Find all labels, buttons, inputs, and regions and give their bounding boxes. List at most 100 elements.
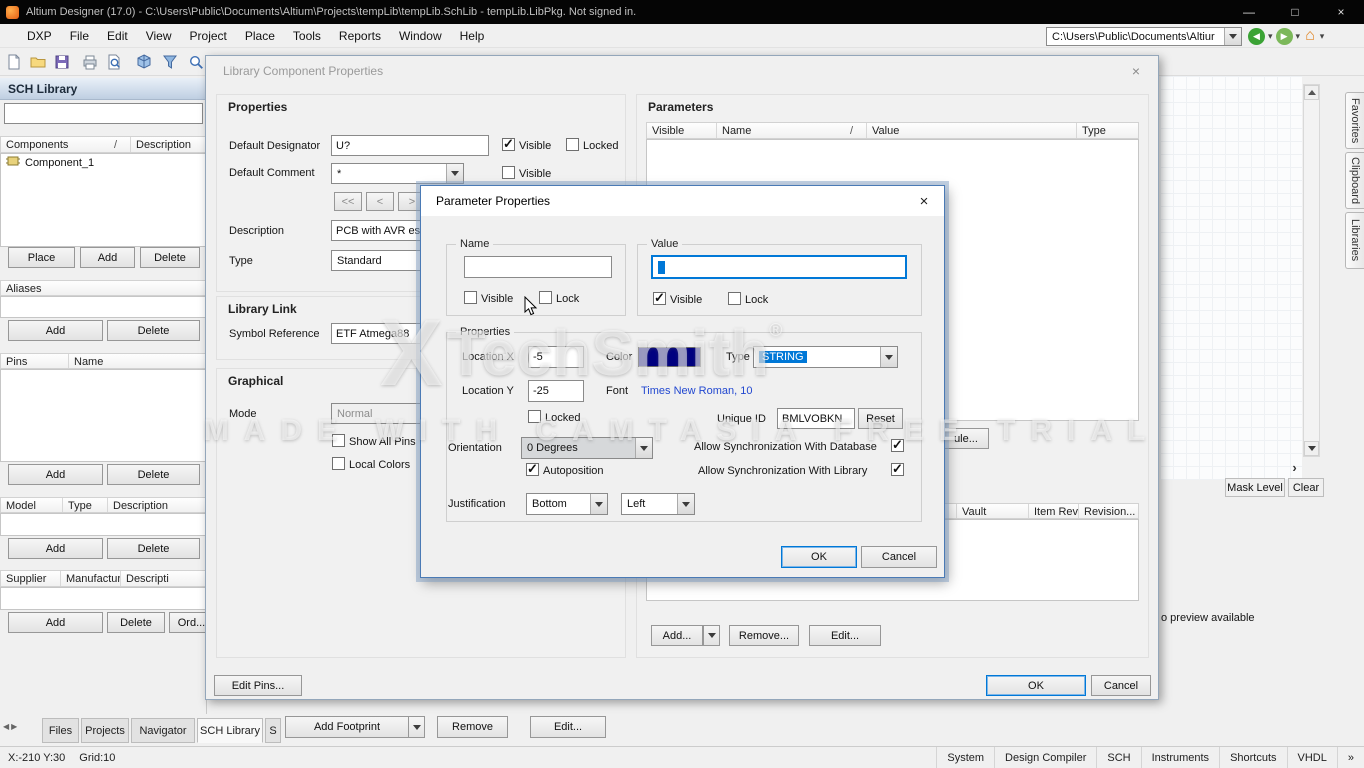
components-list[interactable]: Component_1 bbox=[0, 153, 207, 247]
close-icon[interactable]: × bbox=[912, 190, 936, 212]
add-model-button[interactable]: Add bbox=[8, 538, 103, 559]
status-instruments[interactable]: Instruments bbox=[1141, 747, 1219, 768]
param-type-dropdown-icon[interactable] bbox=[880, 347, 897, 367]
parameter-value-input[interactable] bbox=[651, 255, 907, 279]
menu-edit[interactable]: Edit bbox=[98, 24, 137, 48]
mask-level-button[interactable]: Mask Level bbox=[1225, 478, 1285, 497]
add-as-rule-button[interactable]: ule... bbox=[943, 428, 989, 449]
print-preview-icon[interactable] bbox=[104, 52, 124, 72]
add-footprint-dropdown-icon[interactable] bbox=[408, 716, 425, 738]
delete-alias-button[interactable]: Delete bbox=[107, 320, 200, 341]
home-icon[interactable]: ⌂ bbox=[1303, 27, 1317, 45]
3d-view-icon[interactable] bbox=[134, 52, 154, 72]
edit-footprint-button[interactable]: Edit... bbox=[530, 716, 606, 738]
tab-clipboard[interactable]: Clipboard bbox=[1345, 152, 1364, 209]
tab-sch-library[interactable]: SCH Library bbox=[197, 718, 263, 743]
filter-icon[interactable] bbox=[160, 52, 180, 72]
status-system[interactable]: System bbox=[936, 747, 994, 768]
menu-help[interactable]: Help bbox=[451, 24, 494, 48]
parameter-name-input[interactable] bbox=[464, 256, 612, 278]
clear-button[interactable]: Clear bbox=[1288, 478, 1324, 497]
supplier-header[interactable]: Supplier Manufactur Descripti bbox=[0, 570, 207, 587]
supplier-list[interactable] bbox=[0, 587, 207, 610]
schematic-editor-canvas[interactable] bbox=[1160, 76, 1302, 480]
status-shortcuts[interactable]: Shortcuts bbox=[1219, 747, 1286, 768]
color-swatch[interactable] bbox=[638, 347, 701, 367]
panel-expand-icon[interactable]: › bbox=[1287, 459, 1302, 476]
tab-files[interactable]: Files bbox=[42, 718, 79, 743]
edit-pins-button[interactable]: Edit Pins... bbox=[214, 675, 302, 696]
place-button[interactable]: Place bbox=[8, 247, 75, 268]
delete-model-button[interactable]: Delete bbox=[107, 538, 200, 559]
document-path-combo[interactable]: C:\Users\Public\Documents\Altiur bbox=[1046, 27, 1242, 46]
autoposition-checkbox[interactable] bbox=[526, 463, 539, 476]
cancel-button[interactable]: Cancel bbox=[861, 546, 937, 568]
justification-horizontal-combo[interactable]: Left bbox=[621, 493, 695, 515]
menu-view[interactable]: View bbox=[137, 24, 181, 48]
param-type-combo[interactable]: STRING bbox=[753, 346, 898, 368]
forward-dropdown-icon[interactable]: ▾ bbox=[1293, 31, 1304, 42]
status-vhdl[interactable]: VHDL bbox=[1287, 747, 1337, 768]
close-icon[interactable]: × bbox=[1124, 61, 1148, 81]
delete-supplier-button[interactable]: Delete bbox=[107, 612, 165, 633]
tab-projects[interactable]: Projects bbox=[81, 718, 129, 743]
add-alias-button[interactable]: Add bbox=[8, 320, 103, 341]
default-comment-combo[interactable]: * bbox=[331, 163, 464, 184]
name-visible-checkbox[interactable] bbox=[464, 291, 477, 304]
menu-place[interactable]: Place bbox=[236, 24, 284, 48]
pins-header[interactable]: Pins Name bbox=[0, 353, 207, 369]
orientation-dropdown-icon[interactable] bbox=[635, 438, 652, 458]
comment-dropdown-icon[interactable] bbox=[446, 164, 463, 183]
reset-button[interactable]: Reset bbox=[858, 408, 903, 429]
justification-h-dropdown-icon[interactable] bbox=[677, 494, 694, 514]
component-filter-input[interactable] bbox=[4, 103, 203, 124]
add-model-dropdown-icon[interactable] bbox=[703, 625, 720, 646]
font-link[interactable]: Times New Roman, 10 bbox=[641, 385, 752, 398]
minimize-button[interactable]: — bbox=[1226, 0, 1272, 24]
default-designator-input[interactable] bbox=[331, 135, 489, 156]
editor-vertical-scrollbar[interactable] bbox=[1303, 84, 1320, 457]
print-icon[interactable] bbox=[80, 52, 100, 72]
parameters-table-header[interactable]: Visible Name/ Value Type bbox=[646, 122, 1139, 139]
add-model-button[interactable]: Add... bbox=[651, 625, 703, 646]
first-component-button[interactable]: << bbox=[334, 192, 362, 211]
scroll-down-icon[interactable] bbox=[1304, 441, 1319, 456]
local-colors-checkbox[interactable] bbox=[332, 457, 345, 470]
comment-visible-checkbox[interactable] bbox=[502, 166, 515, 179]
menu-tools[interactable]: Tools bbox=[284, 24, 330, 48]
name-lock-checkbox[interactable] bbox=[539, 291, 552, 304]
close-window-button[interactable]: × bbox=[1318, 0, 1364, 24]
tab-scroll-right-icon[interactable]: ▶ bbox=[11, 722, 17, 731]
locked-checkbox[interactable] bbox=[528, 410, 541, 423]
forward-icon[interactable]: ▶ bbox=[1276, 28, 1293, 45]
pins-list[interactable] bbox=[0, 369, 207, 462]
edit-model-button[interactable]: Edit... bbox=[809, 625, 881, 646]
justification-v-dropdown-icon[interactable] bbox=[590, 494, 607, 514]
sync-database-checkbox[interactable] bbox=[891, 439, 904, 452]
sync-library-checkbox[interactable] bbox=[891, 463, 904, 476]
back-dropdown-icon[interactable]: ▾ bbox=[1265, 31, 1276, 42]
value-visible-checkbox[interactable] bbox=[653, 292, 666, 305]
list-item[interactable]: Component_1 bbox=[1, 154, 206, 171]
remove-footprint-button[interactable]: Remove bbox=[437, 716, 508, 738]
zoom-icon[interactable] bbox=[186, 52, 206, 72]
tab-libraries[interactable]: Libraries bbox=[1345, 212, 1364, 269]
tab-favorites[interactable]: Favorites bbox=[1345, 92, 1364, 149]
menu-dxp[interactable]: DXP bbox=[18, 24, 61, 48]
status-sch[interactable]: SCH bbox=[1096, 747, 1140, 768]
new-document-icon[interactable] bbox=[4, 52, 24, 72]
tab-navigator[interactable]: Navigator bbox=[131, 718, 195, 743]
components-header[interactable]: Components/ Description bbox=[0, 136, 207, 153]
add-pin-button[interactable]: Add bbox=[8, 464, 103, 485]
designator-locked-checkbox[interactable] bbox=[566, 138, 579, 151]
scroll-up-icon[interactable] bbox=[1304, 85, 1319, 100]
ok-button[interactable]: OK bbox=[781, 546, 857, 568]
remove-model-button[interactable]: Remove... bbox=[729, 625, 799, 646]
add-footprint-button[interactable]: Add Footprint bbox=[285, 716, 409, 738]
order-button[interactable]: Ord... bbox=[169, 612, 207, 633]
menu-reports[interactable]: Reports bbox=[330, 24, 390, 48]
show-all-pins-checkbox[interactable] bbox=[332, 434, 345, 447]
path-dropdown-icon[interactable] bbox=[1224, 28, 1241, 45]
designator-visible-checkbox[interactable] bbox=[502, 138, 515, 151]
orientation-combo[interactable]: 0 Degrees bbox=[521, 437, 653, 459]
